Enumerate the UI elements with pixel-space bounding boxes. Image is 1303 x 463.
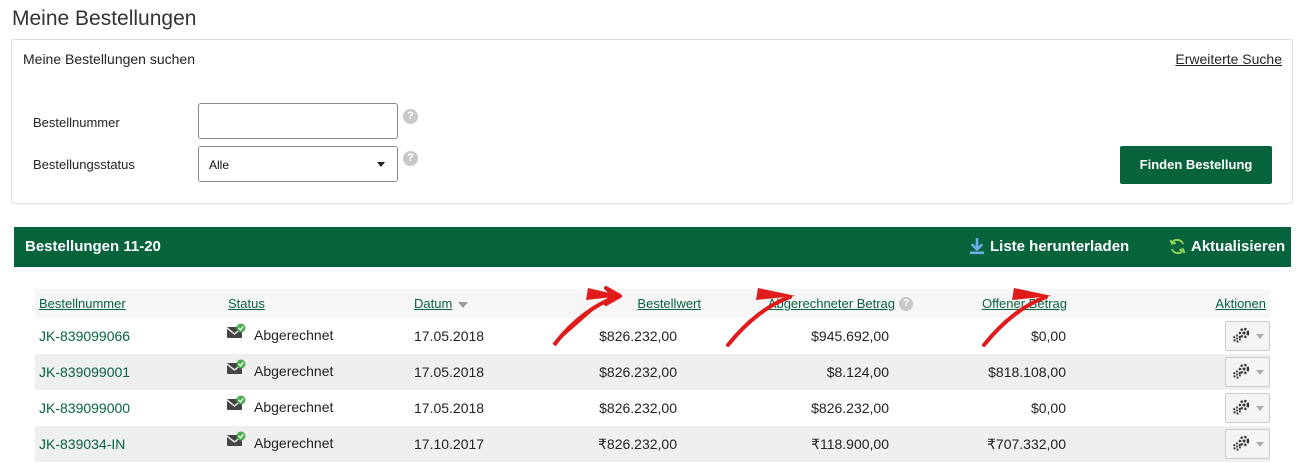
advanced-search-link[interactable]: Erweiterte Suche xyxy=(1175,51,1282,67)
table-header-row: Bestellnummer Status Datum Bestellwert A… xyxy=(35,289,1270,318)
chevron-down-icon xyxy=(1255,333,1264,339)
search-panel: Meine Bestellungen suchen Erweiterte Suc… xyxy=(11,39,1293,204)
refresh-button[interactable]: Aktualisieren xyxy=(1169,238,1285,255)
search-heading: Meine Bestellungen suchen xyxy=(23,51,196,67)
envelope-check-icon xyxy=(226,323,246,344)
order-value-cell: $826.232,00 xyxy=(536,354,701,390)
actions-dropdown-button[interactable] xyxy=(1225,321,1270,351)
billed-amount-cell: $945.692,00 xyxy=(811,328,889,344)
help-icon[interactable]: ? xyxy=(899,297,913,312)
order-value-cell: $826.232,00 xyxy=(599,400,677,416)
orders-title: Bestellungen 11-20 xyxy=(25,238,161,255)
date-cell: 17.10.2017 xyxy=(410,426,536,462)
actions-cell xyxy=(1130,318,1270,354)
order-status-value: Alle xyxy=(209,158,230,172)
col-header-order-value[interactable]: Bestellwert xyxy=(536,289,701,318)
table-row: JK-839099066 Abgerechnet 17.05.2018 $826.23… xyxy=(35,318,1270,354)
actions-cell xyxy=(1130,354,1270,390)
order-number-label: Bestellnummer xyxy=(33,115,120,130)
help-icon[interactable]: ? xyxy=(403,109,418,124)
find-order-button[interactable]: Finden Bestellung xyxy=(1120,146,1272,184)
status-text: Abgerechnet xyxy=(254,362,334,379)
orders-table: Bestellnummer Status Datum Bestellwert A… xyxy=(35,289,1270,462)
billed-amount-cell: $8.124,00 xyxy=(701,354,929,390)
page-title: Meine Bestellungen xyxy=(12,7,197,30)
col-header-billed-amount[interactable]: Abgerechneter Betrag? xyxy=(701,289,929,318)
refresh-label: Aktualisieren xyxy=(1191,238,1286,255)
date-cell: 17.05.2018 xyxy=(410,354,536,390)
chevron-down-icon xyxy=(1255,441,1264,447)
col-header-date[interactable]: Datum xyxy=(410,289,536,318)
envelope-check-icon xyxy=(226,395,246,416)
table-row: JK-839034-IN Abgerechnet 17.10.2017 ₹826.23… xyxy=(35,426,1270,462)
status-text: Abgerechnet xyxy=(254,398,334,415)
refresh-icon xyxy=(1169,238,1186,255)
open-amount-cell: $0,00 xyxy=(1030,328,1066,344)
order-status-select[interactable]: Alle xyxy=(198,146,398,182)
download-list-button[interactable]: Liste herunterladen xyxy=(969,238,1129,255)
billed-amount-cell: ₹118.900,00 xyxy=(701,426,929,462)
table-row: JK-839099000 Abgerechnet 17.05.2018 $826.23… xyxy=(35,390,1270,426)
col-header-order-number[interactable]: Bestellnummer xyxy=(35,289,224,318)
status-text: Abgerechnet xyxy=(254,326,334,343)
order-number-link[interactable]: JK-839034-IN xyxy=(35,426,224,462)
actions-cell xyxy=(1130,426,1270,462)
open-amount-cell: $818.108,00 xyxy=(929,354,1130,390)
gear-icon xyxy=(1232,327,1252,346)
actions-dropdown-button[interactable] xyxy=(1225,357,1270,387)
col-header-actions: Aktionen xyxy=(1130,289,1270,318)
table-row: JK-839099001 Abgerechnet 17.05.2018 $826.23… xyxy=(35,354,1270,390)
order-number-link[interactable]: JK-839099000 xyxy=(35,390,224,426)
chevron-down-icon xyxy=(1255,369,1264,375)
actions-dropdown-button[interactable] xyxy=(1225,393,1270,423)
col-header-open-amount[interactable]: Offener Betrag xyxy=(929,289,1130,318)
status-cell: Abgerechnet xyxy=(224,390,410,426)
status-cell: Abgerechnet xyxy=(224,426,410,462)
open-amount-cell: ₹707.332,00 xyxy=(929,426,1130,462)
open-amount-cell: $0,00 xyxy=(1030,400,1066,416)
order-value-cell: ₹826.232,00 xyxy=(536,426,701,462)
actions-cell xyxy=(1130,390,1270,426)
envelope-check-icon xyxy=(226,359,246,380)
sort-desc-icon[interactable] xyxy=(458,301,469,308)
envelope-check-icon xyxy=(226,431,246,452)
orders-header-bar: Bestellungen 11-20 Liste herunterladen A… xyxy=(14,227,1291,267)
status-cell: Abgerechnet xyxy=(224,354,410,390)
order-number-link[interactable]: JK-839099066 xyxy=(35,318,224,354)
order-number-link[interactable]: JK-839099001 xyxy=(35,354,224,390)
order-value-cell: $826.232,00 xyxy=(599,328,677,344)
chevron-down-icon xyxy=(1255,405,1264,411)
download-list-label: Liste herunterladen xyxy=(990,238,1130,255)
order-status-label: Bestellungsstatus xyxy=(33,157,135,172)
billed-amount-cell: $826.232,00 xyxy=(811,400,889,416)
actions-dropdown-button[interactable] xyxy=(1225,429,1270,459)
col-header-status[interactable]: Status xyxy=(224,289,410,318)
status-text: Abgerechnet xyxy=(254,434,334,451)
order-number-input[interactable] xyxy=(198,103,398,139)
gear-icon xyxy=(1232,435,1252,454)
chevron-down-icon xyxy=(377,162,385,167)
status-cell: Abgerechnet xyxy=(224,318,410,354)
gear-icon xyxy=(1232,399,1252,418)
download-icon xyxy=(970,238,984,255)
date-cell: 17.05.2018 xyxy=(414,400,485,416)
date-cell: 17.05.2018 xyxy=(414,328,485,344)
help-icon[interactable]: ? xyxy=(403,151,418,166)
gear-icon xyxy=(1232,363,1252,382)
